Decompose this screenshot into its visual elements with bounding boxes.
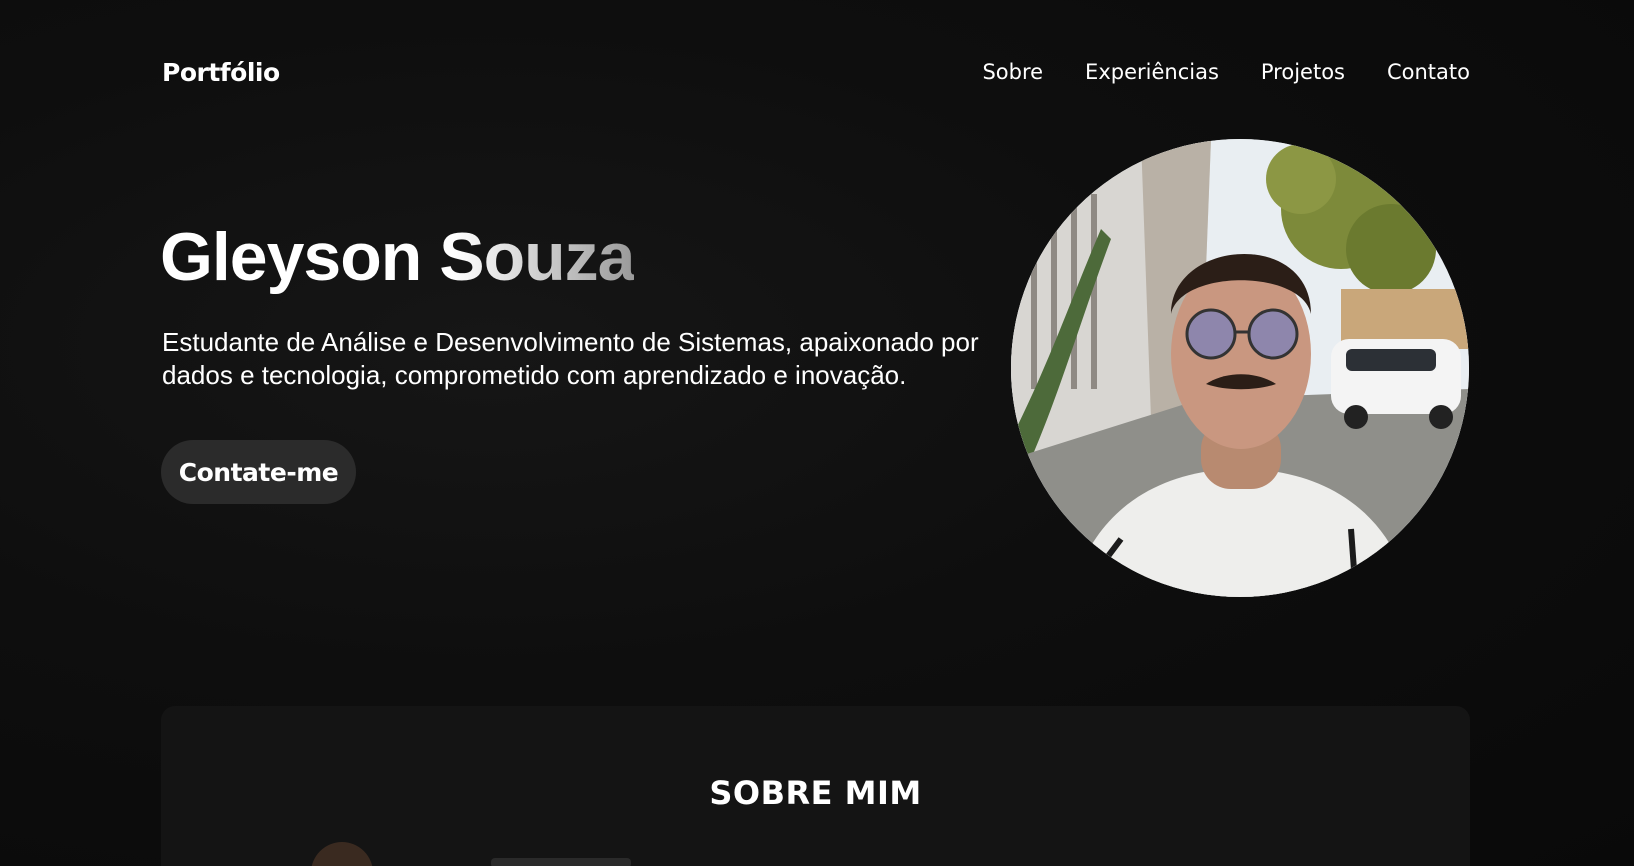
about-avatar <box>311 842 373 866</box>
nav-link-contato[interactable]: Contato <box>1387 60 1470 84</box>
nav-link-projetos[interactable]: Projetos <box>1261 60 1345 84</box>
about-title: SOBRE MIM <box>709 774 922 812</box>
nav-link-experiencias[interactable]: Experiências <box>1085 60 1219 84</box>
hero-description: Estudante de Análise e Desenvolvimento d… <box>162 327 979 390</box>
nav-link-sobre[interactable]: Sobre <box>982 60 1043 84</box>
about-text-placeholder <box>491 858 631 866</box>
profile-photo <box>1011 139 1469 597</box>
profile-photo-illustration <box>1011 139 1469 597</box>
about-section: SOBRE MIM <box>161 706 1470 866</box>
hero-name: Gleyson Souza <box>160 219 635 295</box>
nav-links: Sobre Experiências Projetos Contato <box>982 60 1470 84</box>
contact-button[interactable]: Contate-me <box>161 440 356 504</box>
logo[interactable]: Portfólio <box>162 58 280 87</box>
navbar: Portfólio Sobre Experiências Projetos Co… <box>162 52 1470 92</box>
page: Portfólio Sobre Experiências Projetos Co… <box>0 0 1634 866</box>
